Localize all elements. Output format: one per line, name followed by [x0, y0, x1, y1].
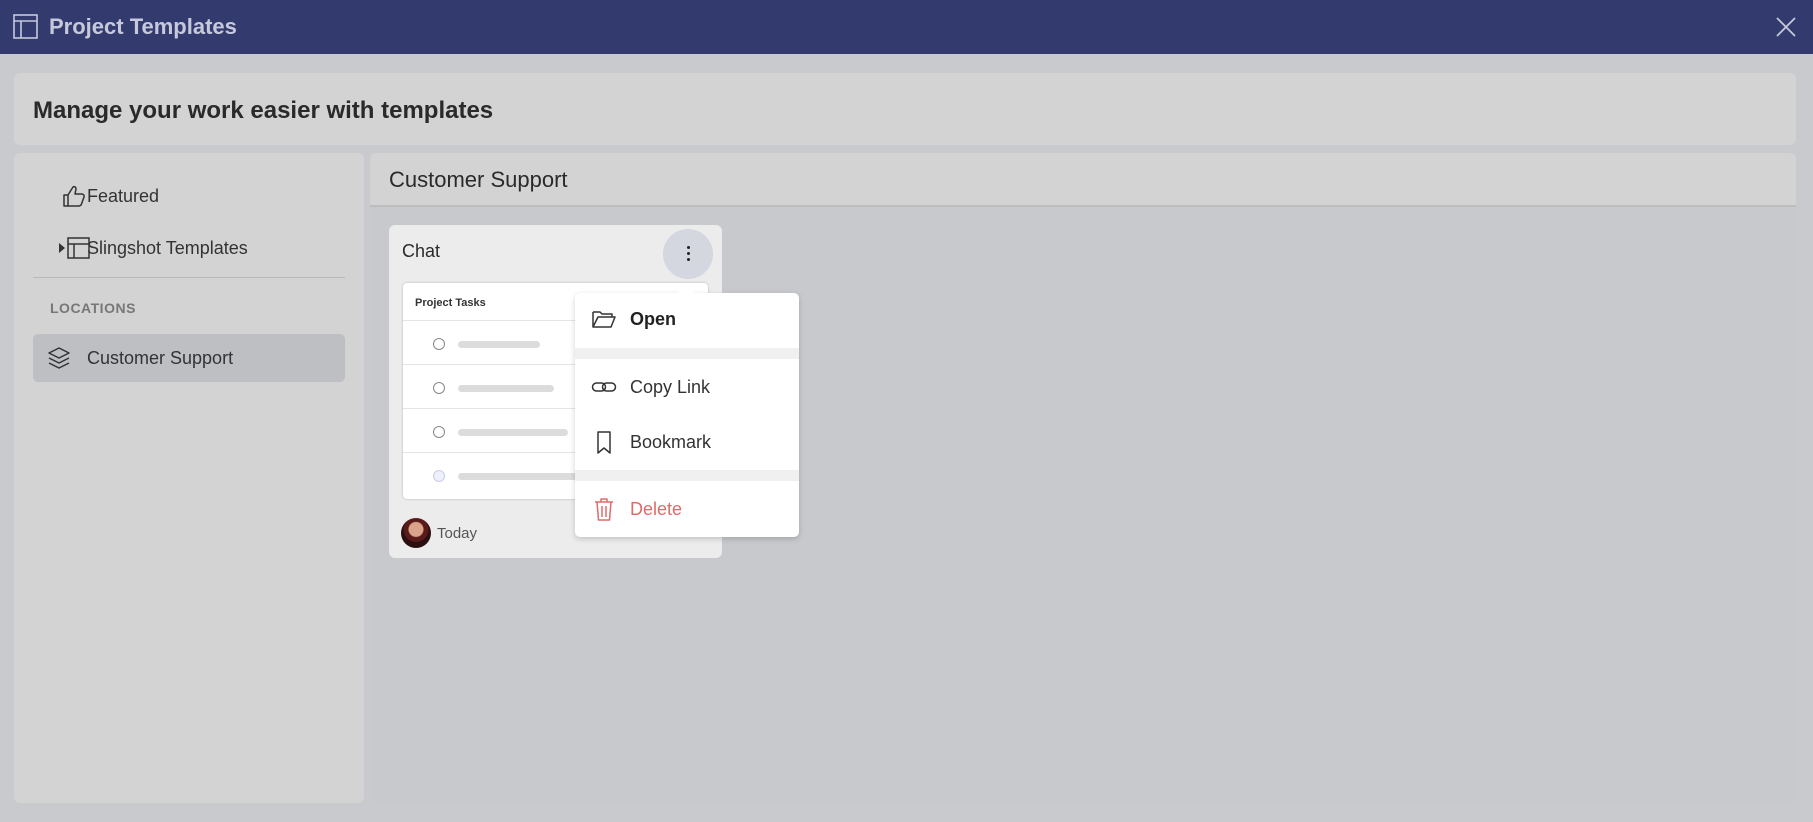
sidebar-item-label: Slingshot Templates [87, 237, 248, 258]
card-date: Today [437, 525, 478, 542]
placeholder-bar [458, 429, 568, 436]
layers-icon [48, 347, 70, 369]
menu-item-label: Delete [630, 499, 683, 519]
close-icon[interactable] [1776, 17, 1796, 37]
main-header: Customer Support [370, 153, 1796, 207]
folder-open-icon [592, 311, 616, 328]
bookmark-icon [597, 431, 611, 454]
expand-arrow-icon[interactable] [59, 243, 65, 253]
sidebar-item-label: Customer Support [87, 347, 234, 368]
menu-item-delete[interactable]: Delete [575, 485, 799, 533]
menu-item-label: Bookmark [630, 432, 712, 452]
menu-item-label: Open [630, 309, 677, 329]
trash-icon [595, 498, 613, 521]
window-title: Project Templates [49, 14, 237, 39]
menu-item-bookmark[interactable]: Bookmark [575, 418, 799, 466]
sidebar-item-slingshot-templates[interactable]: Slingshot Templates [33, 224, 345, 272]
check-icon [433, 470, 445, 482]
link-icon [591, 382, 617, 392]
main-panel: Customer Support Chat Project Tasks Toda… [370, 153, 1796, 803]
radio-icon [433, 426, 445, 438]
menu-separator [575, 470, 799, 481]
placeholder-bar [458, 341, 540, 348]
more-vertical-icon [687, 252, 690, 255]
menu-separator [575, 348, 799, 359]
preview-title: Project Tasks [415, 297, 486, 309]
banner: Manage your work easier with templates [14, 73, 1796, 145]
sidebar: Featured Slingshot Templates LOCATIONS C… [14, 153, 364, 803]
menu-item-open[interactable]: Open [575, 295, 799, 343]
placeholder-bar [458, 385, 554, 392]
sidebar-item-featured[interactable]: Featured [33, 172, 345, 220]
sidebar-divider [33, 277, 345, 278]
avatar [401, 518, 431, 548]
context-menu: Open Copy Link Bookmark Delete [575, 285, 799, 537]
card-title: Chat [402, 241, 441, 261]
menu-pointer [677, 285, 695, 294]
thumbs-up-icon [63, 185, 85, 207]
menu-item-label: Copy Link [630, 377, 711, 397]
sidebar-item-label: Featured [87, 185, 160, 206]
radio-icon [433, 338, 445, 350]
locations-heading: LOCATIONS [50, 300, 136, 316]
title-bar: Project Templates [0, 0, 1813, 54]
page-title: Customer Support [389, 167, 568, 192]
radio-icon [433, 382, 445, 394]
banner-text: Manage your work easier with templates [33, 97, 494, 124]
more-vertical-icon [687, 258, 690, 261]
more-vertical-icon [687, 246, 690, 249]
more-options-button[interactable] [663, 229, 713, 279]
template-icon [13, 14, 38, 39]
sidebar-item-customer-support[interactable]: Customer Support [33, 334, 345, 382]
menu-item-copy-link[interactable]: Copy Link [575, 363, 799, 411]
